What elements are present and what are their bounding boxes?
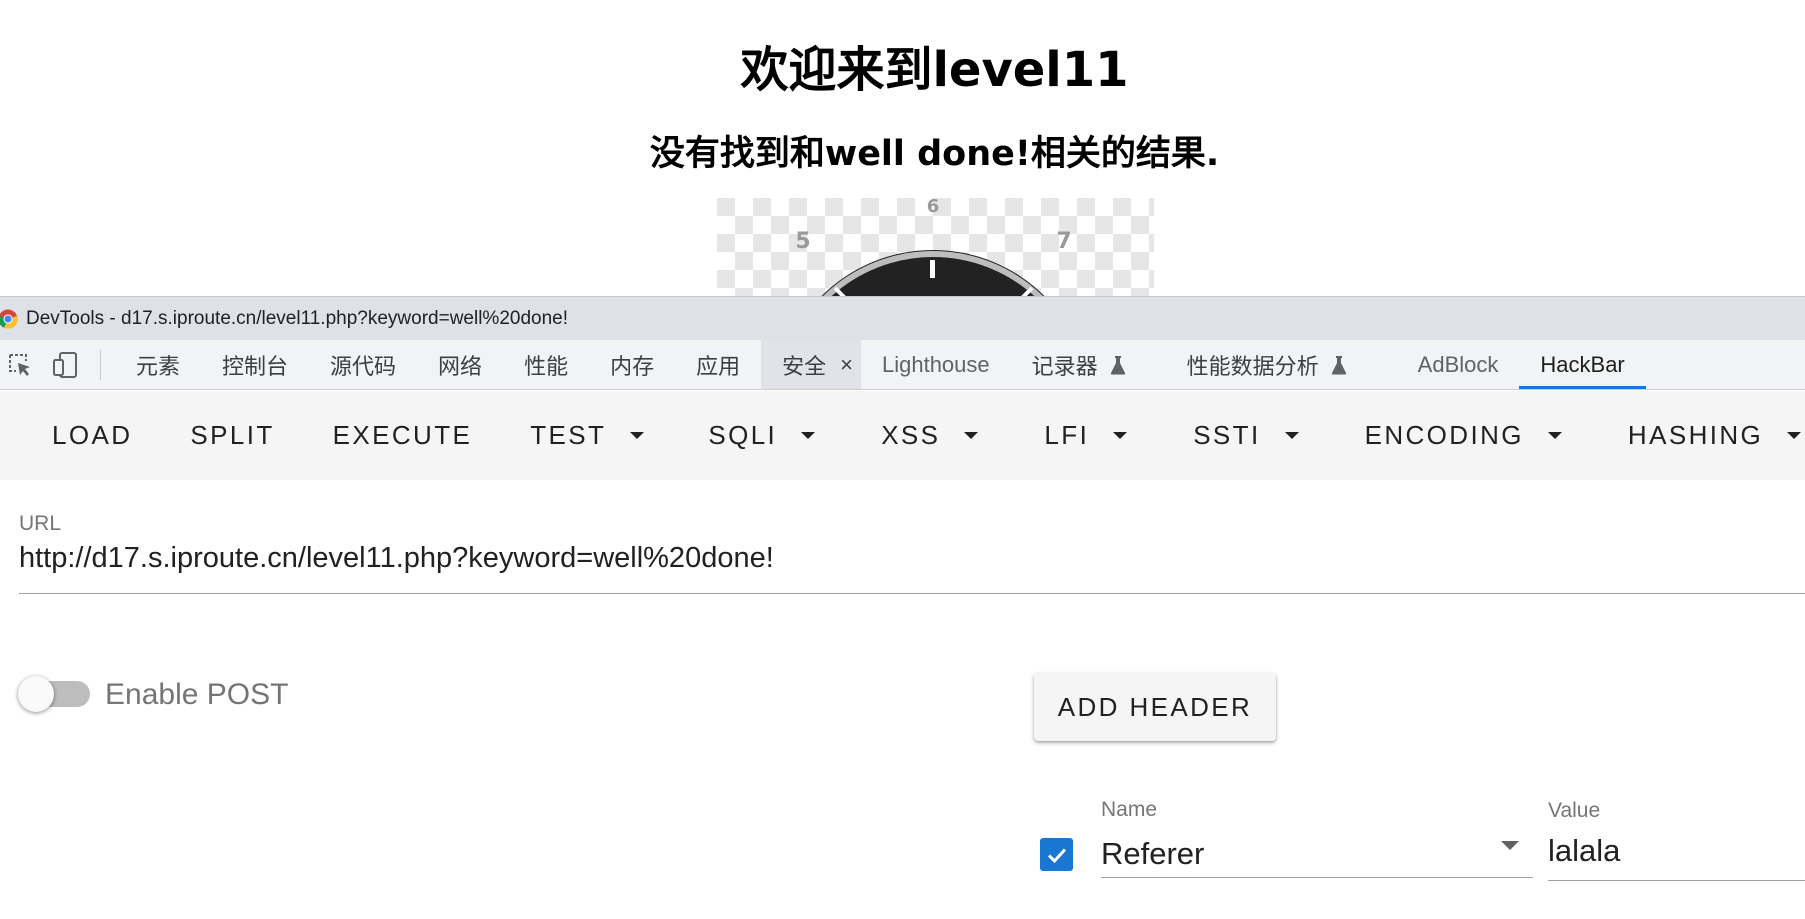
xss-label: XSS [881,420,941,450]
tab-label: 性能 [524,353,569,379]
chevron-down-icon [1787,432,1802,439]
devtools-titlebar: DevTools - d17.s.iproute.cn/level11.php?… [0,296,1805,340]
tab-recorder[interactable]: 记录器 [1011,340,1147,389]
tab-label: Lighthouse [881,351,990,377]
chevron-down-icon [1547,432,1562,439]
tab-lighthouse[interactable]: Lighthouse [861,340,1011,389]
page-subtitle: 没有找到和well done!相关的结果. [649,134,1220,174]
tab-application[interactable]: 应用 [675,340,761,389]
inspect-element-button[interactable] [0,340,40,390]
test-dropdown[interactable]: TEST [504,391,670,480]
chevron-down-icon [801,432,816,439]
hashing-label: HASHING [1627,420,1764,450]
tab-label: HackBar [1540,351,1625,377]
execute-label: EXECUTE [332,420,473,450]
tab-label: 元素 [136,353,181,379]
url-underline [19,593,1805,594]
tab-label: 内存 [610,353,655,379]
svg-text:7: 7 [1056,229,1071,254]
tab-security[interactable]: 安全 × [761,340,861,389]
page-title: 欢迎来到level11 [740,42,1129,98]
execute-button[interactable]: EXECUTE [307,391,505,480]
header-name-select[interactable]: Referer [1101,836,1204,872]
tab-label: 应用 [696,353,741,379]
url-input[interactable]: http://d17.s.iproute.cn/level11.php?keyw… [19,542,774,575]
devtools-tabbar: 元素 控制台 源代码 网络 性能 内存 应用 安全 × Lighthouse 记… [0,340,1805,390]
header-enabled-checkbox[interactable] [1040,838,1073,871]
split-label: SPLIT [190,420,275,450]
chevron-down-icon[interactable] [1501,841,1519,850]
chevron-down-icon [1113,432,1128,439]
sqli-label: SQLI [708,420,778,450]
header-value-label: Value [1548,799,1601,822]
toolbar-separator [100,350,101,380]
chevron-down-icon [630,432,645,439]
sqli-dropdown[interactable]: SQLI [682,391,841,480]
lfi-dropdown[interactable]: LFI [1004,391,1153,480]
hackbar-toolbar: LOAD SPLIT EXECUTE TEST SQLI XSS LFI SST… [0,391,1805,480]
tab-console[interactable]: 控制台 [201,340,309,389]
tab-performance[interactable]: 性能 [503,340,589,389]
encoding-label: ENCODING [1364,420,1524,450]
close-icon[interactable]: × [840,352,853,378]
split-button[interactable]: SPLIT [164,391,306,480]
chrome-logo-icon [0,309,18,329]
tab-label: 控制台 [222,353,289,379]
chevron-down-icon [1284,432,1299,439]
device-toggle-button[interactable] [40,340,90,390]
tab-label: 记录器 [1031,353,1098,379]
header-name-underline [1101,877,1533,878]
flask-icon [1110,355,1125,374]
tab-hackbar[interactable]: HackBar [1519,340,1647,389]
tab-label: 网络 [438,353,483,379]
url-label: URL [19,512,62,535]
svg-text:5: 5 [795,229,810,254]
checkmark-icon [1047,847,1066,863]
lfi-label: LFI [1044,420,1090,450]
encoding-dropdown[interactable]: ENCODING [1325,391,1588,480]
tab-label: AdBlock [1417,351,1499,377]
flask-icon [1331,355,1346,374]
header-value-underline [1548,880,1805,881]
tab-sources[interactable]: 源代码 [309,340,417,389]
tab-elements[interactable]: 元素 [115,340,201,389]
page-viewport: 欢迎来到level11 没有找到和well done!相关的结果. 6 5 7 [0,0,1805,296]
load-button[interactable]: LOAD [0,391,164,480]
tab-label: 性能数据分析 [1186,353,1319,379]
devtools-window-title: DevTools - d17.s.iproute.cn/level11.php?… [26,307,569,329]
tab-label: 源代码 [330,353,397,379]
header-name-label: Name [1101,798,1158,821]
device-toggle-icon [53,352,77,378]
inspect-element-icon [9,354,30,376]
ssti-label: SSTI [1193,420,1261,450]
add-header-label: ADD HEADER [1057,691,1253,722]
tab-network[interactable]: 网络 [417,340,503,389]
tab-adblock[interactable]: AdBlock [1368,340,1520,389]
test-label: TEST [530,420,607,450]
tab-label: 安全 [782,353,827,379]
clock-image: 6 5 7 [717,198,1154,296]
load-label: LOAD [52,420,133,450]
header-value-input[interactable]: lalala [1548,833,1620,869]
ssti-dropdown[interactable]: SSTI [1153,391,1324,480]
add-header-button[interactable]: ADD HEADER [1034,673,1276,741]
tab-memory[interactable]: 内存 [589,340,675,389]
hashing-dropdown[interactable]: HASHING [1588,391,1805,480]
chevron-down-icon [964,432,979,439]
tab-performance-insights[interactable]: 性能数据分析 [1147,340,1368,389]
enable-post-label: Enable POST [105,678,289,711]
xss-dropdown[interactable]: XSS [841,391,1004,480]
svg-text:6: 6 [927,198,940,217]
enable-post-toggle[interactable] [18,676,54,712]
